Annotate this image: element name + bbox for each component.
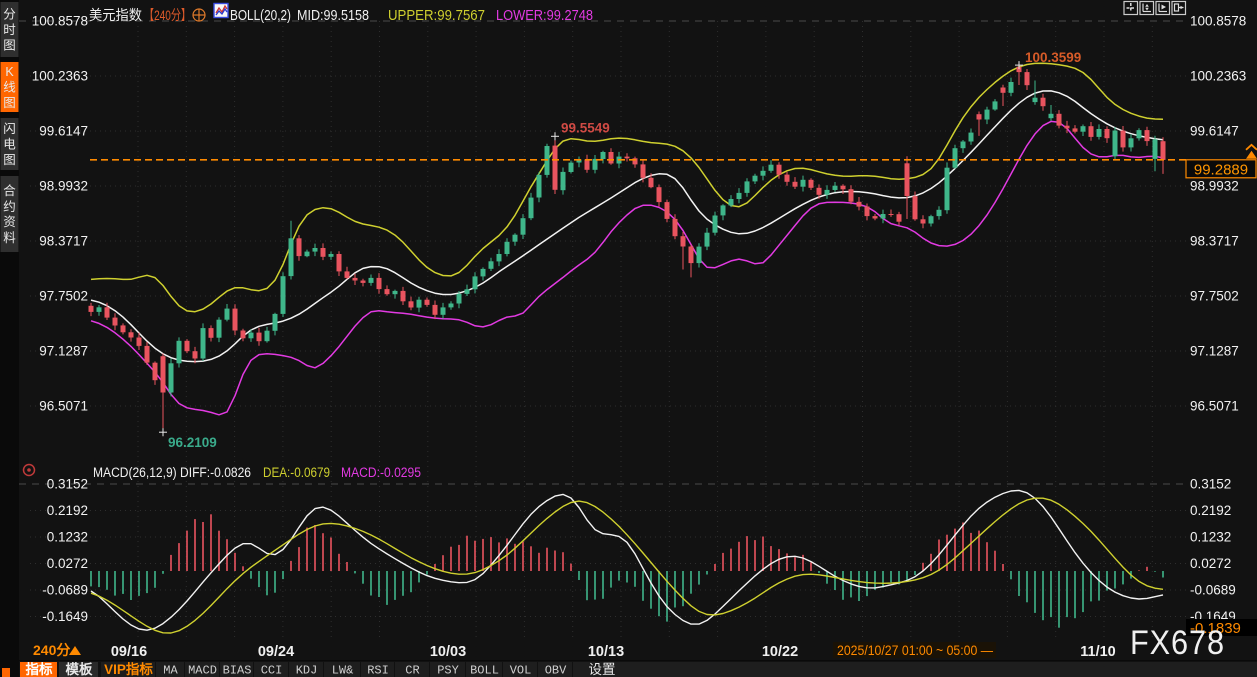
svg-text:99.6147: 99.6147 <box>39 124 88 139</box>
svg-text:资: 资 <box>3 215 16 229</box>
svg-text:MACD:-0.0295: MACD:-0.0295 <box>341 465 421 480</box>
svg-text:约: 约 <box>3 199 16 214</box>
svg-text:美元指数: 美元指数 <box>89 7 142 23</box>
svg-text:MACD: MACD <box>188 664 217 677</box>
svg-text:MID:99.5158: MID:99.5158 <box>297 8 369 24</box>
svg-text:RSI: RSI <box>367 664 389 677</box>
svg-text:96.5071: 96.5071 <box>39 399 88 414</box>
svg-text:VOL: VOL <box>510 664 532 677</box>
svg-text:DEA:-0.0679: DEA:-0.0679 <box>263 465 330 480</box>
svg-text:0.3152: 0.3152 <box>47 477 88 492</box>
svg-text:CR: CR <box>405 664 419 677</box>
svg-text:LOWER:99.2748: LOWER:99.2748 <box>496 8 593 24</box>
svg-text:96.2109: 96.2109 <box>168 435 217 450</box>
svg-text:98.9932: 98.9932 <box>39 179 88 194</box>
svg-text:240分: 240分 <box>33 642 70 658</box>
svg-text:96.5071: 96.5071 <box>1190 399 1239 414</box>
svg-text:99.2889: 99.2889 <box>1194 161 1248 178</box>
svg-text:0.0272: 0.0272 <box>1190 556 1231 571</box>
svg-text:99.6147: 99.6147 <box>1190 124 1239 139</box>
svg-text:图: 图 <box>3 39 16 53</box>
svg-text:0.3152: 0.3152 <box>1190 477 1231 492</box>
svg-text:-0.0689: -0.0689 <box>1190 583 1236 598</box>
svg-text:料: 料 <box>3 231 16 245</box>
svg-text:2025/10/27 01:00 ~ 05:00 —: 2025/10/27 01:00 ~ 05:00 — <box>837 642 993 658</box>
svg-text:98.3717: 98.3717 <box>39 234 88 249</box>
svg-text:98.9932: 98.9932 <box>1190 179 1239 194</box>
svg-text:线: 线 <box>3 81 16 95</box>
svg-text:分: 分 <box>3 8 16 22</box>
svg-text:设置: 设置 <box>589 662 616 677</box>
svg-text:100.8578: 100.8578 <box>1190 14 1246 29</box>
svg-text:UPPER:99.7567: UPPER:99.7567 <box>388 8 485 24</box>
svg-text:VIP指标: VIP指标 <box>104 661 153 677</box>
svg-text:10/22: 10/22 <box>762 644 798 660</box>
svg-text:09/24: 09/24 <box>258 644 294 660</box>
svg-text:K: K <box>5 65 14 79</box>
svg-text:PSY: PSY <box>437 664 459 677</box>
svg-text:97.7502: 97.7502 <box>39 289 88 304</box>
svg-text:97.1287: 97.1287 <box>1190 344 1239 359</box>
svg-text:【240分】: 【240分】 <box>144 7 191 23</box>
svg-text:-0.1649: -0.1649 <box>42 609 88 624</box>
svg-text:FX678: FX678 <box>1130 624 1225 662</box>
svg-text:-0.0689: -0.0689 <box>42 583 88 598</box>
svg-text:97.7502: 97.7502 <box>1190 289 1239 304</box>
svg-text:0.2192: 0.2192 <box>1190 503 1231 518</box>
svg-text:LW&: LW& <box>332 664 354 677</box>
svg-text:97.1287: 97.1287 <box>39 344 88 359</box>
svg-text:合: 合 <box>3 183 16 198</box>
svg-text:100.8578: 100.8578 <box>32 14 88 29</box>
svg-text:模板: 模板 <box>66 661 93 677</box>
svg-text:BOLL: BOLL <box>470 664 499 677</box>
svg-text:0.1232: 0.1232 <box>47 530 88 545</box>
svg-text:100.2363: 100.2363 <box>1190 69 1246 84</box>
svg-text:MA: MA <box>163 664 178 677</box>
svg-text:98.3717: 98.3717 <box>1190 234 1239 249</box>
svg-text:0.1232: 0.1232 <box>1190 530 1231 545</box>
svg-text:CCI: CCI <box>261 664 283 677</box>
svg-text:OBV: OBV <box>545 664 567 677</box>
svg-text:BOLL(20,2): BOLL(20,2) <box>230 8 291 24</box>
svg-text:BIAS: BIAS <box>223 664 252 677</box>
svg-text:100.2363: 100.2363 <box>32 69 88 84</box>
svg-text:指标: 指标 <box>26 661 53 677</box>
svg-text:09/16: 09/16 <box>111 644 147 660</box>
svg-text:闪: 闪 <box>3 122 16 136</box>
svg-text:99.5549: 99.5549 <box>561 120 610 135</box>
svg-text:11/10: 11/10 <box>1080 644 1116 660</box>
svg-text:电: 电 <box>3 138 16 152</box>
svg-text:0.0272: 0.0272 <box>47 556 88 571</box>
svg-text:10/03: 10/03 <box>430 644 466 660</box>
svg-text:图: 图 <box>3 153 16 167</box>
svg-text:0.2192: 0.2192 <box>47 503 88 518</box>
svg-text:时: 时 <box>3 23 16 37</box>
svg-text:KDJ: KDJ <box>296 664 318 677</box>
svg-text:图: 图 <box>3 96 16 110</box>
svg-text:100.3599: 100.3599 <box>1025 50 1081 65</box>
svg-text:MACD(26,12,9) DIFF:-0.0826: MACD(26,12,9) DIFF:-0.0826 <box>93 465 251 480</box>
svg-text:10/13: 10/13 <box>588 644 624 660</box>
